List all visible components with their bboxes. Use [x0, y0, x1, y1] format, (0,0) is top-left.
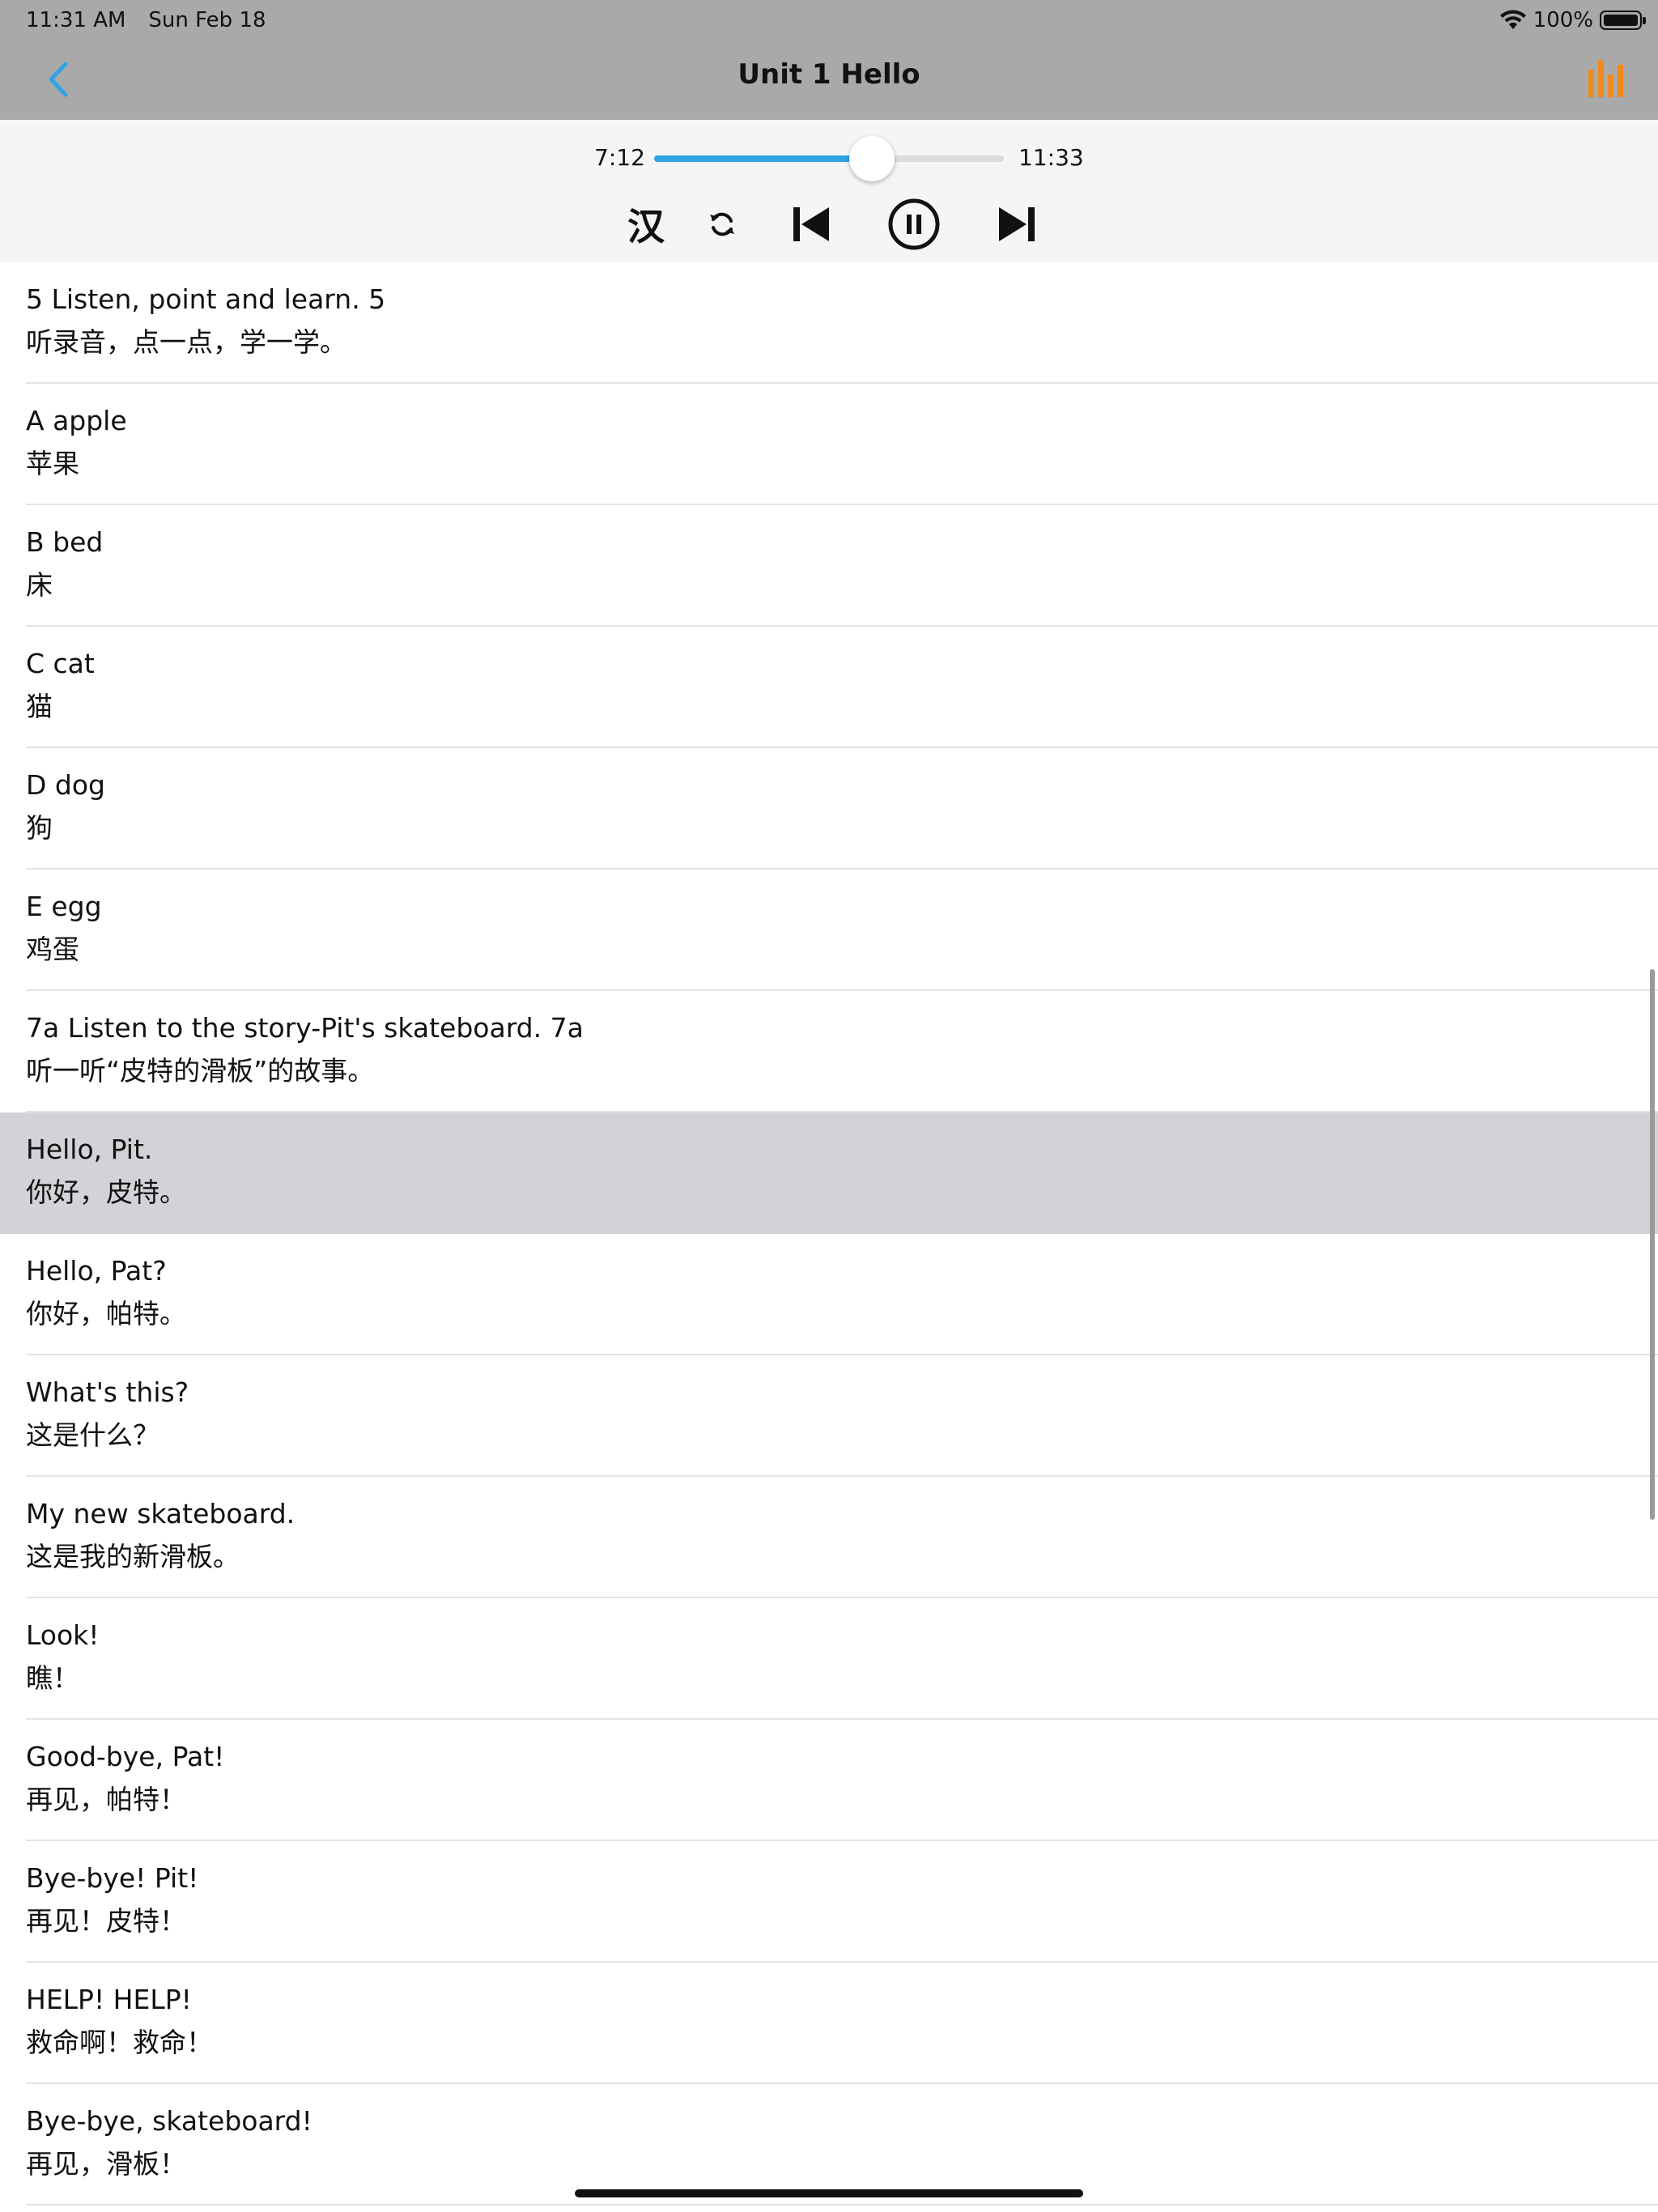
chinese-toggle-button[interactable]: 汉 [623, 196, 669, 253]
progress-thumb[interactable] [849, 136, 895, 181]
list-item[interactable]: 5 Listen, point and learn. 5 听录音，点一点，学一学。 [0, 262, 1658, 384]
audio-player: 7:12 11:33 汉 [0, 120, 1658, 262]
progress-fill [654, 155, 873, 162]
sentence-list[interactable]: 5 Listen, point and learn. 5 听录音，点一点，学一学。… [0, 262, 1658, 2212]
chinese-translation: 鸡蛋 [26, 934, 79, 965]
list-item[interactable]: C cat 猫 [0, 627, 1658, 748]
list-item[interactable]: What's this? 这是什么？ [0, 1355, 1658, 1477]
english-sentence: A apple [26, 405, 127, 436]
chinese-translation: 听一听“皮特的滑板”的故事。 [26, 1055, 375, 1087]
status-time: 11:31 AM [26, 8, 126, 32]
previous-button[interactable] [789, 196, 834, 253]
skip-previous-icon [793, 207, 829, 241]
english-sentence: HELP! HELP! [26, 1984, 192, 2015]
chinese-translation: 再见，滑板！ [26, 2148, 186, 2180]
top-bar: 11:31 AM Sun Feb 18 100% Unit 1 Hello [0, 0, 1658, 120]
english-sentence: My new skateboard. [26, 1498, 295, 1529]
english-sentence: Good-bye, Pat! [26, 1741, 225, 1772]
chinese-translation: 再见，帕特！ [26, 1784, 186, 1815]
list-item[interactable]: 7a Listen to the story-Pit's skateboard.… [0, 991, 1658, 1112]
english-sentence: Hello, Pit. [26, 1134, 153, 1165]
list-item[interactable]: B bed 床 [0, 505, 1658, 627]
status-bar-right: 100% [1499, 6, 1646, 34]
battery-icon [1600, 11, 1646, 30]
english-sentence: Hello, Pat? [26, 1255, 167, 1287]
chinese-translation: 狗 [26, 812, 53, 844]
repeat-button[interactable] [703, 196, 742, 253]
app-screen: 11:31 AM Sun Feb 18 100% Unit 1 Hello 7:… [0, 0, 1658, 2212]
chinese-translation: 床 [26, 569, 53, 601]
list-item[interactable]: D dog 狗 [0, 748, 1658, 870]
list-item[interactable]: Good-bye, Pat! 再见，帕特！ [0, 1720, 1658, 1841]
chinese-translation: 瞧！ [26, 1662, 79, 1694]
page-title: Unit 1 Hello [738, 58, 920, 91]
english-sentence: C cat [26, 648, 95, 679]
status-date: Sun Feb 18 [148, 8, 266, 32]
skip-next-icon [999, 207, 1035, 241]
chinese-translation: 猫 [26, 691, 53, 722]
list-item[interactable]: Hello, Pit. 你好，皮特。 [0, 1112, 1658, 1234]
english-sentence: 5 Listen, point and learn. 5 [26, 283, 386, 315]
english-sentence: B bed [26, 526, 104, 558]
battery-percent: 100% [1533, 8, 1593, 32]
list-item[interactable]: HELP! HELP! 救命啊！救命！ [0, 1963, 1658, 2084]
chinese-translation: 你好，皮特。 [26, 1176, 186, 1208]
list-item[interactable]: Bye-bye, skateboard! 再见，滑板！ [0, 2084, 1658, 2206]
english-sentence: Look! [26, 1619, 100, 1651]
list-item[interactable]: E egg 鸡蛋 [0, 870, 1658, 991]
list-item[interactable]: A apple 苹果 [0, 384, 1658, 505]
list-item[interactable]: Bye-bye! Pit! 再见！皮特！ [0, 1841, 1658, 1963]
chinese-translation: 这是我的新滑板。 [26, 1541, 240, 1572]
english-sentence: 7a Listen to the story-Pit's skateboard.… [26, 1012, 584, 1044]
english-sentence: D dog [26, 769, 105, 801]
pause-circle-icon [888, 198, 940, 250]
stats-button[interactable] [1587, 58, 1627, 99]
chinese-translation: 听录音，点一点，学一学。 [26, 326, 346, 358]
english-sentence: Bye-bye! Pit! [26, 1862, 199, 1894]
repeat-icon [710, 212, 734, 236]
next-button[interactable] [994, 196, 1039, 253]
home-indicator[interactable] [575, 2189, 1083, 2197]
scrollbar[interactable] [1650, 969, 1655, 1520]
total-time: 11:33 [1018, 144, 1084, 171]
chinese-translation: 这是什么？ [26, 1419, 159, 1451]
chinese-translation: 你好，帕特。 [26, 1298, 186, 1329]
wifi-icon [1499, 10, 1526, 29]
english-sentence: What's this? [26, 1376, 189, 1408]
list-item[interactable]: Look! 瞧！ [0, 1598, 1658, 1720]
progress-slider[interactable] [654, 136, 1004, 181]
chinese-translation: 再见！皮特！ [26, 1905, 186, 1937]
list-item[interactable]: Hello, Pat? 你好，帕特。 [0, 1234, 1658, 1355]
status-bar-left: 11:31 AM Sun Feb 18 [26, 6, 266, 34]
chinese-translation: 救命啊！救命！ [26, 2027, 213, 2058]
english-sentence: Bye-bye, skateboard! [26, 2105, 312, 2137]
chinese-translation: 苹果 [26, 448, 79, 479]
bar-chart-icon [1588, 60, 1623, 97]
current-time: 7:12 [594, 144, 645, 171]
english-sentence: E egg [26, 891, 102, 922]
list-item[interactable]: My new skateboard. 这是我的新滑板。 [0, 1477, 1658, 1598]
pause-button[interactable] [886, 196, 942, 253]
